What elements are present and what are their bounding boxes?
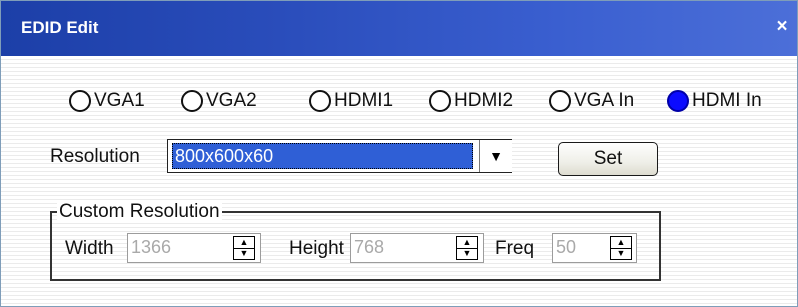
arrow-down-icon[interactable]: ▼: [234, 248, 254, 259]
resolution-label: Resolution: [50, 146, 140, 167]
radio-circle: [181, 90, 203, 112]
height-spinbox[interactable]: 768 ▲ ▼: [350, 233, 484, 263]
radio-circle: [549, 90, 571, 112]
radio-vga-in[interactable]: VGA In: [549, 88, 634, 114]
close-icon[interactable]: ×: [771, 16, 793, 38]
resolution-select[interactable]: 800x600x60 ▼: [167, 139, 512, 173]
set-button[interactable]: Set: [558, 142, 658, 176]
radio-label: HDMI In: [692, 90, 762, 111]
height-label: Height: [289, 238, 344, 259]
radio-vga2[interactable]: VGA2: [181, 88, 257, 114]
radio-circle: [69, 90, 91, 112]
width-label: Width: [65, 238, 114, 259]
custom-resolution-legend: Custom Resolution: [57, 201, 222, 223]
radio-label: VGA In: [574, 90, 635, 111]
radio-label: HDMI2: [454, 90, 514, 111]
radio-label: VGA1: [94, 90, 145, 111]
radio-circle: [309, 90, 331, 112]
radio-label: VGA2: [206, 90, 257, 111]
arrow-down-icon[interactable]: ▼: [611, 248, 631, 259]
freq-spin-buttons[interactable]: ▲ ▼: [610, 236, 632, 260]
radio-vga1[interactable]: VGA1: [69, 88, 145, 114]
freq-label: Freq: [495, 238, 535, 259]
height-value: 768: [354, 237, 385, 257]
radio-hdmi1[interactable]: HDMI1: [309, 88, 393, 114]
height-spin-buttons[interactable]: ▲ ▼: [456, 236, 478, 260]
title-bar[interactable]: EDID Edit ×: [1, 1, 797, 56]
radio-circle: [429, 90, 451, 112]
freq-value: 50: [556, 237, 577, 257]
radio-label: HDMI1: [334, 90, 394, 111]
width-spinbox[interactable]: 1366 ▲ ▼: [127, 233, 261, 263]
edid-edit-window: EDID Edit × VGA1 VGA2 HDMI1 HDMI2 VGA In…: [0, 0, 798, 307]
width-spin-buttons[interactable]: ▲ ▼: [233, 236, 255, 260]
arrow-down-icon[interactable]: ▼: [457, 248, 477, 259]
radio-circle-selected: [667, 90, 689, 112]
chevron-down-icon[interactable]: ▼: [479, 140, 512, 172]
resolution-value: 800x600x60: [172, 143, 473, 169]
radio-hdmi-in[interactable]: HDMI In: [667, 88, 762, 114]
window-title: EDID Edit: [21, 18, 99, 37]
freq-spinbox[interactable]: 50 ▲ ▼: [552, 233, 637, 263]
radio-hdmi2[interactable]: HDMI2: [429, 88, 513, 114]
width-value: 1366: [131, 237, 172, 257]
